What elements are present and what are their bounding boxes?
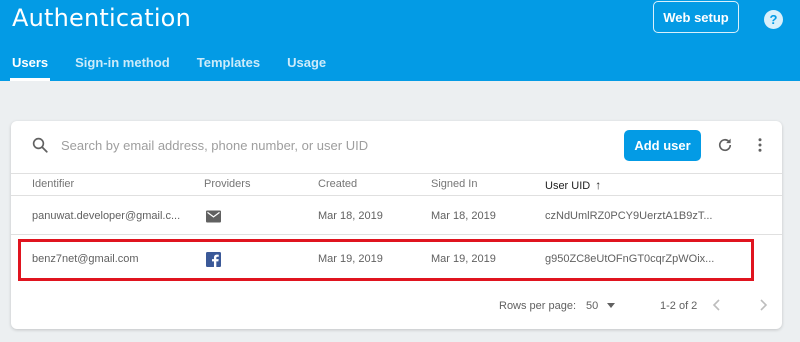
column-header-user-uid[interactable]: User UID ↑: [545, 178, 601, 192]
dropdown-caret-icon[interactable]: [607, 303, 615, 308]
refresh-icon[interactable]: [716, 136, 734, 154]
chevron-right-icon[interactable]: [755, 296, 771, 314]
cell-signed-in: Mar 18, 2019: [431, 210, 496, 222]
tab-templates[interactable]: Templates: [197, 52, 260, 81]
add-user-button[interactable]: Add user: [624, 130, 701, 161]
tab-bar: Users Sign-in method Templates Usage: [0, 52, 341, 81]
cell-identifier: benz7net@gmail.com: [32, 253, 139, 265]
help-icon[interactable]: ?: [764, 10, 783, 29]
column-header-user-uid-label: User UID: [545, 180, 591, 192]
column-header-identifier[interactable]: Identifier: [32, 178, 74, 190]
pagination-footer: Rows per page: 50 1-2 of 2: [11, 287, 782, 327]
app-header: Authentication Web setup ? Users Sign-in…: [0, 0, 800, 81]
table-header: Identifier Providers Created Signed In U…: [11, 173, 782, 196]
more-vert-icon[interactable]: [751, 136, 769, 154]
search-input[interactable]: [61, 135, 561, 155]
facebook-icon: [206, 252, 221, 267]
column-header-signed-in[interactable]: Signed In: [431, 178, 477, 190]
cell-signed-in: Mar 19, 2019: [431, 253, 496, 265]
page-title: Authentication: [12, 4, 191, 32]
cell-identifier: panuwat.developer@gmail.c...: [32, 210, 181, 222]
cell-user-uid: g950ZC8eUtOFnGT0cqrZpWOix...: [545, 253, 715, 265]
tab-users[interactable]: Users: [9, 52, 51, 81]
cell-created: Mar 18, 2019: [318, 210, 383, 222]
tab-sign-in-method[interactable]: Sign-in method: [75, 52, 170, 81]
tab-usage[interactable]: Usage: [287, 52, 326, 81]
cell-user-uid: czNdUmlRZ0PCY9UerztA1B9zT...: [545, 210, 713, 222]
column-header-providers: Providers: [204, 178, 251, 190]
web-setup-button[interactable]: Web setup: [653, 1, 739, 33]
rows-per-page-select[interactable]: 50: [586, 300, 598, 312]
table-row[interactable]: panuwat.developer@gmail.c... Mar 18, 201…: [11, 197, 782, 235]
rows-per-page-label: Rows per page:: [499, 300, 577, 312]
sort-ascending-icon: ↑: [595, 178, 602, 192]
users-card: Add user Identifier Providers Created Si…: [11, 121, 782, 329]
column-header-created[interactable]: Created: [318, 178, 357, 190]
chevron-left-icon[interactable]: [709, 296, 725, 314]
email-icon: [206, 210, 221, 223]
pagination-range: 1-2 of 2: [660, 300, 698, 312]
cell-created: Mar 19, 2019: [318, 253, 383, 265]
search-icon: [32, 137, 48, 153]
table-row[interactable]: benz7net@gmail.com Mar 19, 2019 Mar 19, …: [11, 240, 782, 278]
